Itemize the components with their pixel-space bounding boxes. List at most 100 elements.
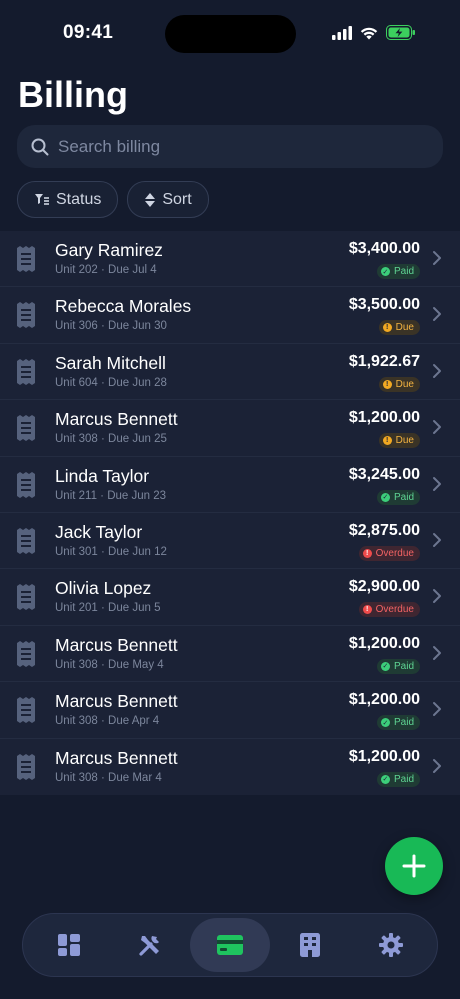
status-badge-label: Paid	[393, 491, 414, 503]
chevron-right-icon	[433, 251, 441, 265]
status-badge-label: Due	[395, 322, 414, 334]
status-filter-label: Status	[56, 190, 102, 208]
chevron-right-icon	[433, 645, 441, 660]
row-text: Marcus Bennett Unit 308 · Due Jun 25	[55, 409, 178, 445]
building-icon	[300, 933, 321, 957]
billing-row[interactable]: Jack Taylor Unit 301 · Due Jun 12 $2,875.0…	[0, 513, 460, 570]
unit-due-date: Unit 308 · Due Apr 4	[55, 715, 160, 728]
tab-settings[interactable]	[351, 918, 431, 972]
receipt-icon	[17, 584, 35, 611]
bill-amount: $1,922.67	[348, 352, 420, 370]
chevron-right-icon	[433, 702, 441, 717]
status-dot-icon: ✓	[380, 492, 390, 502]
status-bar: 09:41	[0, 0, 460, 66]
filter-bar: Status Sort	[17, 181, 209, 218]
unit-due-date: Unit 306 · Due Jun 30	[55, 320, 167, 333]
tools-icon	[139, 936, 159, 956]
status-badge: ✓ Paid	[376, 489, 420, 505]
tab-bar	[22, 913, 438, 977]
receipt-icon	[17, 697, 35, 724]
receipt-icon	[17, 471, 35, 498]
tenant-name: Rebecca Morales	[55, 296, 192, 317]
unit-due-date: Unit 308 · Due Jun 25	[55, 433, 167, 446]
status-badge: ! Due	[378, 320, 420, 336]
billing-row[interactable]: Olivia Lopez Unit 201 · Due Jun 5 $2,900.0…	[0, 569, 460, 626]
filter-icon	[35, 193, 49, 205]
search-icon	[31, 138, 49, 155]
status-badge-label: Overdue	[375, 604, 414, 616]
tenant-name: Marcus Bennett	[55, 634, 178, 655]
wifi-icon	[360, 27, 378, 39]
chevron-right-icon	[433, 307, 441, 322]
billing-row[interactable]: Rebecca Morales Unit 306 · Due Jun 30 $3,5…	[0, 287, 460, 344]
status-filter-button[interactable]: Status	[17, 181, 119, 218]
tab-dashboard[interactable]	[29, 918, 109, 972]
status-badge: ! Overdue	[358, 545, 420, 561]
status-dot-icon: ✓	[380, 774, 390, 784]
receipt-icon	[17, 527, 35, 554]
row-text: Marcus Bennett Unit 308 · Due Apr 4	[55, 691, 178, 727]
sort-label: Sort	[162, 190, 192, 208]
signal-icon	[332, 25, 352, 40]
sort-icon	[145, 192, 156, 207]
status-badge-label: Paid	[393, 266, 414, 277]
unit-due-date: Unit 202 · Due Jul 4	[55, 264, 157, 276]
row-text: Marcus Bennett Unit 308 · Due Mar 4	[55, 748, 178, 784]
status-dot-icon: !	[362, 605, 372, 615]
bill-amount: $3,245.00	[348, 465, 420, 483]
row-text: Rebecca Morales Unit 306 · Due Jun 30	[55, 296, 191, 332]
page-title: Billing	[18, 74, 128, 115]
row-text: Sarah Mitchell Unit 604 · Due Jun 28	[55, 353, 167, 389]
status-badge: ! Due	[378, 376, 420, 392]
billing-list: Gary Ramirez Unit 202 · Due Jul 4 $3,400.0…	[0, 231, 460, 795]
tab-billing[interactable]	[189, 918, 271, 972]
tenant-name: Sarah Mitchell	[55, 352, 166, 373]
credit-card-icon	[217, 935, 244, 955]
status-badge-label: Paid	[393, 717, 414, 729]
status-badge-label: Due	[395, 378, 414, 390]
status-badge-label: Paid	[393, 773, 414, 785]
tab-maintenance[interactable]	[109, 918, 189, 972]
billing-row[interactable]: Marcus Bennett Unit 308 · Due Jun 25 $1,20…	[0, 400, 460, 457]
status-badge: ✓ Paid	[376, 658, 420, 674]
tenant-name: Linda Taylor	[55, 465, 150, 486]
status-badge: ✓ Paid	[376, 264, 420, 279]
billing-row[interactable]: Linda Taylor Unit 211 · Due Jun 23 $3,245.…	[0, 457, 460, 513]
row-text: Gary Ramirez Unit 202 · Due Jul 4	[55, 240, 163, 276]
receipt-icon	[17, 246, 35, 272]
receipt-icon	[17, 302, 35, 329]
unit-due-date: Unit 308 · Due May 4	[55, 658, 164, 671]
sort-button[interactable]: Sort	[127, 181, 209, 218]
status-dot-icon: !	[382, 436, 392, 446]
tenant-name: Jack Taylor	[55, 521, 143, 542]
add-bill-button[interactable]	[385, 837, 443, 895]
status-badge-label: Paid	[393, 660, 414, 672]
row-text: Marcus Bennett Unit 308 · Due May 4	[55, 635, 178, 671]
bill-amount: $1,200.00	[348, 747, 420, 765]
status-badge: ! Overdue	[358, 602, 420, 618]
chevron-right-icon	[433, 363, 441, 378]
status-dot-icon: ✓	[380, 267, 390, 276]
billing-row[interactable]: Marcus Bennett Unit 308 · Due Apr 4 $1,200…	[0, 682, 460, 739]
search-input[interactable]	[58, 136, 398, 157]
tenant-name: Olivia Lopez	[55, 578, 152, 599]
unit-due-date: Unit 308 · Due Mar 4	[55, 771, 162, 784]
dynamic-island	[165, 15, 296, 53]
billing-row[interactable]: Sarah Mitchell Unit 604 · Due Jun 28 $1,92…	[0, 344, 460, 401]
search-bar[interactable]	[17, 125, 443, 168]
status-time: 09:41	[63, 22, 114, 43]
unit-due-date: Unit 211 · Due Jun 23	[55, 489, 167, 502]
status-dot-icon: !	[382, 323, 392, 333]
billing-row[interactable]: Marcus Bennett Unit 308 · Due Mar 4 $1,200…	[0, 739, 460, 795]
status-dot-icon: ✓	[380, 661, 390, 671]
tenant-name: Marcus Bennett	[55, 409, 178, 430]
unit-due-date: Unit 201 · Due Jun 5	[55, 602, 161, 615]
bill-amount: $1,200.00	[348, 409, 420, 427]
bill-amount: $2,900.00	[348, 578, 420, 596]
tab-properties[interactable]	[270, 918, 350, 972]
bill-amount: $1,200.00	[348, 634, 420, 652]
billing-row[interactable]: Gary Ramirez Unit 202 · Due Jul 4 $3,400.0…	[0, 231, 460, 288]
billing-row[interactable]: Marcus Bennett Unit 308 · Due May 4 $1,200…	[0, 626, 460, 683]
status-badge-label: Due	[395, 435, 414, 447]
status-dot-icon: ✓	[380, 718, 390, 728]
